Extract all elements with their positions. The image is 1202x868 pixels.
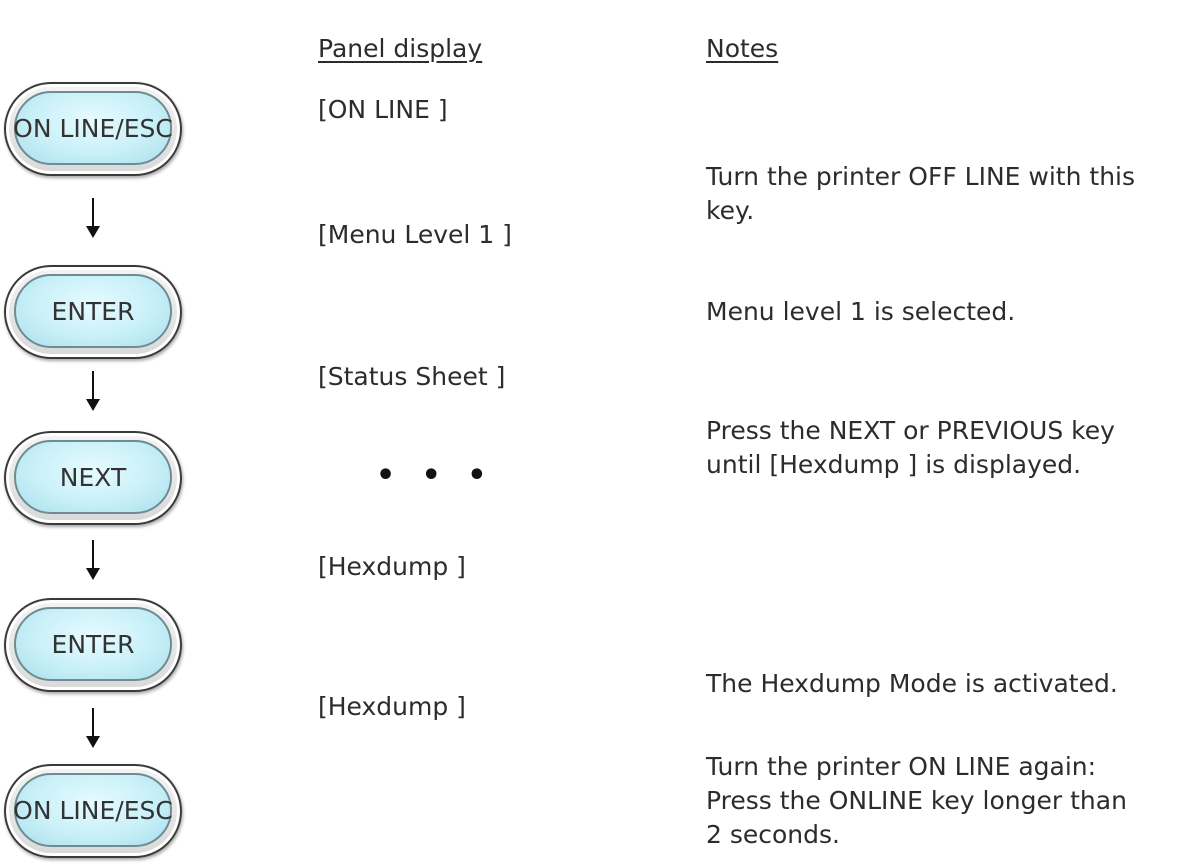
note-offline-line2: key. xyxy=(706,196,755,225)
key-label: NEXT xyxy=(59,462,127,492)
panel-display-status-sheet: [Status Sheet ] xyxy=(318,362,506,391)
panel-display-hexdump: [Hexdump ] xyxy=(318,692,466,721)
panel-display-menu-level: [Menu Level 1 ] xyxy=(318,220,512,249)
key-label: ON LINE/ESC xyxy=(13,113,173,143)
note-hexdump-activated: The Hexdump Mode is activated. xyxy=(706,669,1118,698)
panel-display-header: Panel display xyxy=(318,34,483,63)
next-key[interactable]: NEXT xyxy=(4,431,182,525)
down-arrow-icon xyxy=(86,198,100,238)
note-offline-line1: Turn the printer OFF LINE with this xyxy=(706,162,1136,191)
note-online-line2: Press the ONLINE key longer than xyxy=(706,786,1127,815)
down-arrow-icon xyxy=(86,371,100,411)
online-esc-key[interactable]: ON LINE/ESC xyxy=(4,764,182,858)
panel-display-hexdump: [Hexdump ] xyxy=(318,552,466,581)
ellipsis: • • • xyxy=(376,458,495,493)
enter-key[interactable]: ENTER xyxy=(4,598,182,692)
panel-display-on-line: [ON LINE ] xyxy=(318,95,448,124)
notes-header: Notes xyxy=(706,34,779,63)
note-online-line3: 2 seconds. xyxy=(706,820,840,849)
note-online-line1: Turn the printer ON LINE again: xyxy=(706,752,1097,781)
enter-key[interactable]: ENTER xyxy=(4,265,182,359)
key-label: ENTER xyxy=(51,296,135,326)
note-menu-level: Menu level 1 is selected. xyxy=(706,297,1016,326)
note-next-line1: Press the NEXT or PREVIOUS key xyxy=(706,416,1115,445)
online-esc-key[interactable]: ON LINE/ESC xyxy=(4,82,182,176)
key-label: ON LINE/ESC xyxy=(13,795,173,825)
down-arrow-icon xyxy=(86,708,100,748)
key-label: ENTER xyxy=(51,629,135,659)
note-next-line2: until [Hexdump ] is displayed. xyxy=(706,450,1082,479)
down-arrow-icon xyxy=(86,540,100,580)
